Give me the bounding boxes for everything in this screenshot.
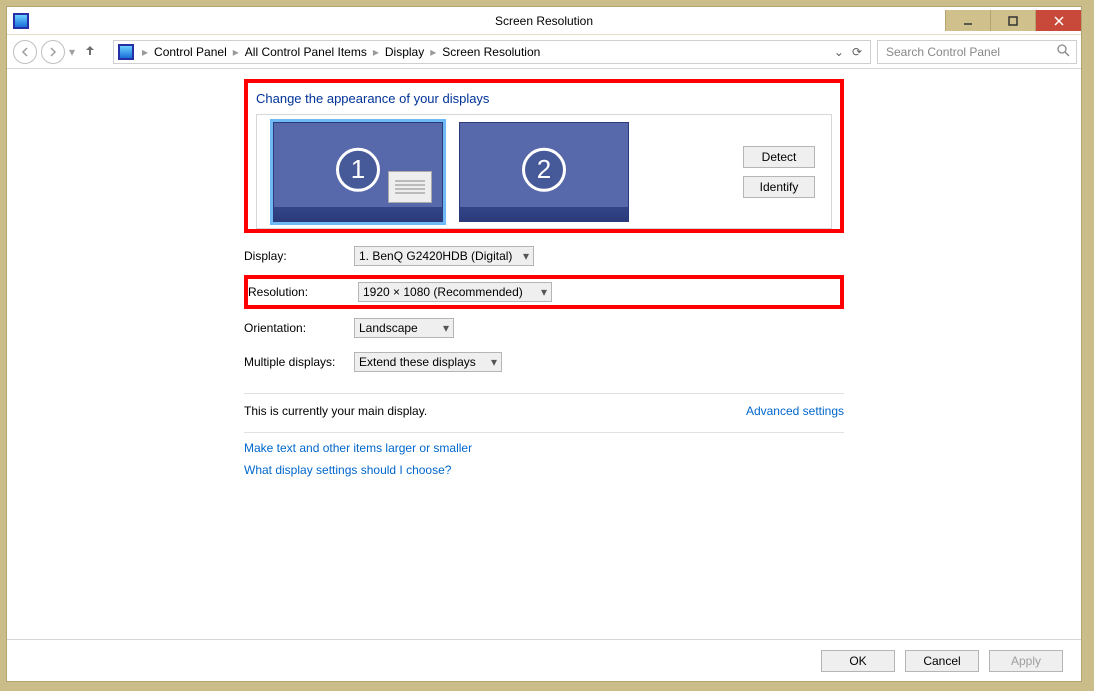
advanced-settings-link[interactable]: Advanced settings	[746, 404, 844, 418]
maximize-button[interactable]	[990, 10, 1035, 31]
back-button[interactable]	[13, 40, 37, 64]
recent-locations-dropdown[interactable]: ▾	[67, 45, 77, 59]
resolution-select-value: 1920 × 1080 (Recommended)	[363, 285, 523, 299]
breadcrumb-item[interactable]: All Control Panel Items	[241, 45, 371, 59]
titlebar: Screen Resolution	[7, 7, 1081, 35]
monitor-1[interactable]: 1	[273, 122, 443, 222]
keyboard-icon	[388, 171, 432, 203]
search-icon	[1056, 43, 1070, 60]
close-button[interactable]	[1035, 10, 1081, 31]
make-text-larger-link[interactable]: Make text and other items larger or smal…	[244, 441, 472, 455]
main-display-text: This is currently your main display.	[244, 404, 427, 418]
monitor-number: 2	[522, 147, 566, 191]
control-panel-icon	[118, 44, 134, 60]
orientation-label: Orientation:	[244, 321, 354, 335]
orientation-select[interactable]: Landscape ▾	[354, 318, 454, 338]
chevron-down-icon: ▾	[541, 285, 547, 299]
up-button[interactable]	[83, 43, 101, 60]
forward-button[interactable]	[41, 40, 65, 64]
chevron-down-icon: ▾	[491, 355, 497, 369]
display-settings-help-link[interactable]: What display settings should I choose?	[244, 463, 451, 477]
display-arrangement-area[interactable]: 1 2 Detect Identify	[256, 114, 832, 229]
detect-button[interactable]: Detect	[743, 146, 815, 168]
breadcrumb-item[interactable]: Display	[381, 45, 428, 59]
search-input[interactable]	[884, 44, 1056, 60]
control-panel-display-icon	[13, 13, 29, 29]
chevron-right-icon: ▸	[371, 45, 381, 59]
identify-button[interactable]: Identify	[743, 176, 815, 198]
display-select[interactable]: 1. BenQ G2420HDB (Digital) ▾	[354, 246, 534, 266]
highlight-displays-section: Change the appearance of your displays 1…	[244, 79, 844, 233]
taskbar-icon	[274, 207, 442, 221]
chevron-down-icon: ▾	[443, 321, 449, 335]
display-select-value: 1. BenQ G2420HDB (Digital)	[359, 249, 512, 263]
orientation-select-value: Landscape	[359, 321, 418, 335]
refresh-icon[interactable]: ⟳	[852, 45, 862, 59]
section-title: Change the appearance of your displays	[256, 83, 832, 114]
resolution-select[interactable]: 1920 × 1080 (Recommended) ▾	[358, 282, 552, 302]
cancel-button[interactable]: Cancel	[905, 650, 979, 672]
resolution-label: Resolution:	[248, 285, 358, 299]
chevron-right-icon: ▸	[428, 45, 438, 59]
window-title: Screen Resolution	[495, 14, 593, 28]
highlight-resolution-row: Resolution: 1920 × 1080 (Recommended) ▾	[244, 275, 844, 309]
multiple-displays-select-value: Extend these displays	[359, 355, 476, 369]
addressbar[interactable]: ▸ Control Panel ▸ All Control Panel Item…	[113, 40, 871, 64]
ok-button[interactable]: OK	[821, 650, 895, 672]
chevron-right-icon: ▸	[231, 45, 241, 59]
screen-resolution-window: Screen Resolution ▾ ▸	[6, 6, 1082, 682]
taskbar-icon	[460, 207, 628, 221]
apply-button[interactable]: Apply	[989, 650, 1063, 672]
chevron-down-icon: ▾	[523, 249, 529, 263]
monitor-number: 1	[336, 147, 380, 191]
minimize-button[interactable]	[945, 10, 990, 31]
address-dropdown-icon[interactable]: ⌄	[834, 45, 844, 59]
multiple-displays-label: Multiple displays:	[244, 355, 354, 369]
multiple-displays-select[interactable]: Extend these displays ▾	[354, 352, 502, 372]
monitor-2[interactable]: 2	[459, 122, 629, 222]
breadcrumb-item[interactable]: Control Panel	[150, 45, 231, 59]
breadcrumb-item[interactable]: Screen Resolution	[438, 45, 544, 59]
display-label: Display:	[244, 249, 354, 263]
search-box[interactable]	[877, 40, 1077, 64]
chevron-right-icon: ▸	[140, 45, 150, 59]
